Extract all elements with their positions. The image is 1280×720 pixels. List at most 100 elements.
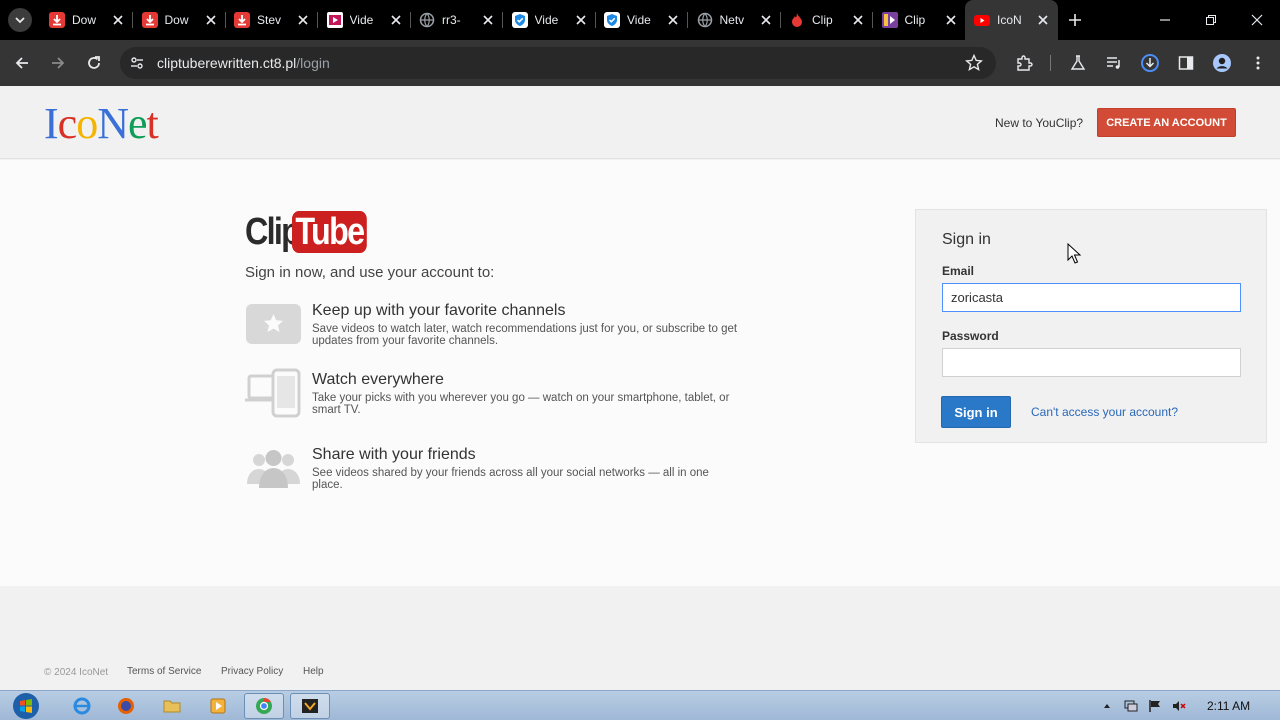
create-account-button[interactable]: CREATE AN ACCOUNT <box>1097 108 1236 137</box>
close-tab-icon[interactable] <box>295 12 311 28</box>
taskbar-explorer[interactable] <box>152 693 192 719</box>
menu-button[interactable] <box>1247 52 1269 74</box>
tab-search-button[interactable] <box>8 8 32 32</box>
tab-title: IcoN <box>997 13 1022 27</box>
tray-volume-muted-icon[interactable] <box>1172 699 1186 713</box>
browser-tab[interactable]: Vide <box>595 0 688 40</box>
windows-taskbar: 2:11 AM <box>0 690 1280 720</box>
address-bar[interactable]: cliptuberewritten.ct8.pl/login <box>120 47 996 79</box>
media-button[interactable] <box>1103 52 1125 74</box>
forward-button[interactable] <box>47 52 69 74</box>
feature-description: Save videos to watch later, watch recomm… <box>312 323 738 347</box>
site-footer: © 2024 IcoNet Terms of Service Privacy P… <box>0 586 1280 690</box>
toolbar-separator <box>1050 55 1051 71</box>
windows-logo-icon <box>13 693 39 719</box>
chevron-down-icon <box>15 17 25 24</box>
browser-tab[interactable]: Clip <box>873 0 966 40</box>
browser-tab[interactable]: Netv <box>688 0 781 40</box>
new-tab-button[interactable] <box>1066 11 1084 29</box>
folder-icon <box>163 700 181 713</box>
taskbar-firefox[interactable] <box>106 693 146 719</box>
close-tab-icon[interactable] <box>943 12 959 28</box>
close-window-button[interactable] <box>1247 10 1267 30</box>
logo-letter: N <box>97 99 129 148</box>
arrow-right-icon <box>52 57 65 69</box>
minimize-icon <box>1160 19 1170 21</box>
browser-tab[interactable]: Clip <box>780 0 873 40</box>
reload-button[interactable] <box>83 52 105 74</box>
iconet-logo[interactable]: IcoNet <box>44 99 159 148</box>
signin-button[interactable]: Sign in <box>941 396 1011 428</box>
site-header: IcoNet New to YouClip? CREATE AN ACCOUNT <box>0 86 1280 159</box>
minimize-button[interactable] <box>1155 10 1175 30</box>
browser-tab[interactable]: Stev <box>225 0 318 40</box>
address-host: cliptuberewritten.ct8.pl <box>157 55 297 71</box>
avatar-icon <box>1213 54 1231 72</box>
footer-link-terms[interactable]: Terms of Service <box>127 666 201 677</box>
browser-tab[interactable]: Vide <box>503 0 596 40</box>
cliptube-logo: Clip Tube <box>245 210 380 254</box>
profile-button[interactable] <box>1211 52 1233 74</box>
email-field[interactable] <box>942 283 1241 312</box>
tray-network-icon[interactable] <box>1124 699 1138 713</box>
close-tab-icon[interactable] <box>758 12 774 28</box>
arrow-left-icon <box>15 57 28 69</box>
download-icon <box>141 12 158 28</box>
extensions-button[interactable] <box>1013 52 1035 74</box>
tab-title: Vide <box>627 13 651 27</box>
shield-check-icon <box>511 12 528 28</box>
taskbar-media-player[interactable] <box>198 693 238 719</box>
close-tab-icon[interactable] <box>665 12 681 28</box>
feature-description: Take your picks with you wherever you go… <box>312 392 730 416</box>
address-path: /login <box>296 55 330 71</box>
taskbar-clock[interactable]: 2:11 AM <box>1207 699 1250 713</box>
close-tab-icon[interactable] <box>573 12 589 28</box>
back-button[interactable] <box>11 52 33 74</box>
logo-letter: I <box>44 99 59 148</box>
more-vert-icon <box>1256 56 1260 70</box>
cliptube-logo-clip: Clip <box>245 210 301 253</box>
close-tab-icon[interactable] <box>110 12 126 28</box>
password-field[interactable] <box>942 348 1241 377</box>
site-info-icon[interactable] <box>129 55 145 71</box>
taskbar-chrome[interactable] <box>244 693 284 719</box>
restore-button[interactable] <box>1201 10 1221 30</box>
browser-tab[interactable]: Dow <box>133 0 226 40</box>
labs-button[interactable] <box>1067 52 1089 74</box>
tab-title: Dow <box>72 13 97 27</box>
close-tab-icon[interactable] <box>388 12 404 28</box>
taskbar-video-app[interactable] <box>290 693 330 719</box>
tray-flag-icon[interactable] <box>1148 699 1162 713</box>
close-tab-icon[interactable] <box>203 12 219 28</box>
tray-expand-icon[interactable] <box>1100 699 1114 713</box>
browser-tab[interactable]: IcoN <box>965 0 1058 40</box>
footer-link-privacy[interactable]: Privacy Policy <box>221 666 283 677</box>
browser-tab[interactable]: Dow <box>40 0 133 40</box>
signin-title: Sign in <box>942 231 991 248</box>
cant-access-link[interactable]: Can't access your account? <box>1031 405 1178 419</box>
film-icon <box>302 699 318 713</box>
browser-tab[interactable]: Vide <box>318 0 411 40</box>
side-panel-button[interactable] <box>1175 52 1197 74</box>
people-icon <box>245 446 302 490</box>
downloads-button[interactable] <box>1139 52 1161 74</box>
feature-everywhere: Watch everywhere Take your picks with yo… <box>245 368 745 423</box>
devices-icon <box>245 368 302 418</box>
close-tab-icon[interactable] <box>850 12 866 28</box>
chrome-icon <box>256 697 272 714</box>
taskbar-internet-explorer[interactable] <box>62 693 102 719</box>
mouse-cursor-icon <box>1067 242 1083 265</box>
footer-link-help[interactable]: Help <box>303 666 324 677</box>
cliptube-logo-tube: Tube <box>292 211 367 253</box>
close-tab-icon[interactable] <box>480 12 496 28</box>
browser-tab[interactable]: rr3- <box>410 0 503 40</box>
browser-toolbar: cliptuberewritten.ct8.pl/login <box>0 40 1280 86</box>
feature-title: Share with your friends <box>312 446 476 463</box>
start-button[interactable] <box>6 692 46 720</box>
bookmark-star-icon[interactable] <box>964 53 984 72</box>
logo-letter: o <box>76 99 98 148</box>
close-tab-icon[interactable] <box>1035 12 1051 28</box>
tab-title: Vide <box>534 13 559 27</box>
globe-icon <box>697 12 713 28</box>
firefox-icon <box>118 698 134 714</box>
